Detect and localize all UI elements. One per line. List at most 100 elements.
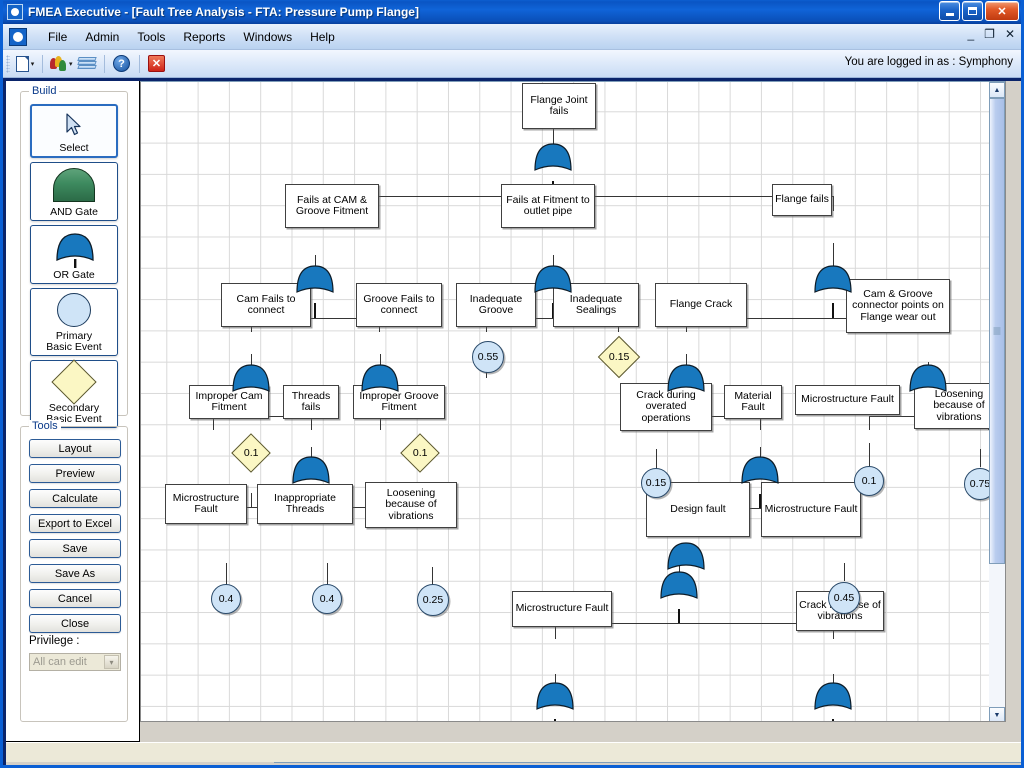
or-gate-icon-6[interactable] — [359, 361, 401, 403]
fta-node-cam-groove-connector-points[interactable]: Cam & Groove connector points on Flange … — [846, 279, 950, 333]
or-gate-icon-8[interactable] — [907, 361, 949, 403]
fta-node-threads-fails[interactable]: Threads fails — [283, 385, 339, 419]
secondary-basic-event-01a[interactable]: 0.1 — [231, 433, 271, 473]
mdi-restore-button[interactable]: ❐ — [984, 27, 995, 41]
primary-basic-event-04a[interactable]: 0.4 — [211, 584, 241, 614]
close-tool-button[interactable]: Close — [29, 614, 121, 633]
minimize-button[interactable] — [939, 1, 960, 21]
cancel-button[interactable]: Cancel — [29, 589, 121, 608]
secondary-basic-event-015a-value: 0.15 — [608, 351, 630, 363]
palette-primary-basic-event-tool[interactable]: Primary Basic Event — [30, 288, 118, 356]
or-gate-icon-1[interactable] — [532, 140, 574, 182]
new-document-button[interactable]: ▾ — [14, 53, 36, 75]
fta-node-microstructure-fault-a[interactable]: Microstructure Fault — [795, 385, 900, 415]
fta-node-fails-at-fitment-outlet-pipe[interactable]: Fails at Fitment to outlet pipe — [501, 184, 595, 228]
primary-basic-event-04b[interactable]: 0.4 — [312, 584, 342, 614]
mdi-close-button[interactable]: ✕ — [1005, 27, 1015, 41]
layout-button[interactable]: Layout — [29, 439, 121, 458]
primary-basic-event-055[interactable]: 0.55 — [472, 341, 504, 373]
canvas-vertical-scrollbar[interactable]: ▲ ▼ — [989, 82, 1005, 721]
edge — [432, 567, 433, 585]
or-gate-icon-3[interactable] — [532, 262, 574, 304]
vertical-scroll-thumb[interactable] — [989, 98, 1005, 564]
edge — [678, 609, 680, 623]
or-gate-icon-10[interactable] — [739, 453, 781, 495]
mdi-minimize-button[interactable]: _ — [967, 27, 974, 41]
menu-item-admin[interactable]: Admin — [76, 27, 128, 47]
diamond-icon — [51, 359, 97, 405]
scroll-up-button[interactable]: ▲ — [989, 82, 1005, 98]
edge — [833, 196, 834, 211]
secondary-basic-event-01b[interactable]: 0.1 — [400, 433, 440, 473]
or-gate-icon-7[interactable] — [665, 361, 707, 403]
people-icon — [50, 56, 67, 71]
fta-node-microstructure-fault-b[interactable]: Microstructure Fault — [165, 484, 247, 524]
primary-basic-event-01c[interactable]: 0.1 — [854, 466, 884, 496]
help-button[interactable]: ? — [111, 53, 133, 75]
users-button[interactable]: ▾ — [49, 53, 74, 75]
menu-item-windows[interactable]: Windows — [234, 27, 301, 47]
palette-and-gate-label: AND Gate — [50, 206, 98, 218]
layers-button[interactable] — [76, 53, 98, 75]
primary-basic-event-015b[interactable]: 0.15 — [641, 468, 671, 498]
fta-node-material-fault[interactable]: Material Fault — [724, 385, 782, 419]
edge — [832, 303, 834, 318]
close-window-button[interactable]: ✕ — [146, 53, 168, 75]
or-gate-icon-14[interactable] — [665, 539, 707, 581]
secondary-basic-event-015a[interactable]: 0.15 — [597, 335, 641, 379]
fta-node-loosening-vibrations-b[interactable]: Loosening because of vibrations — [365, 482, 457, 528]
primary-basic-event-025[interactable]: 0.25 — [417, 584, 449, 616]
tools-group: Tools Layout Preview Calculate Export to… — [20, 420, 128, 722]
scroll-down-button[interactable]: ▼ — [989, 707, 1005, 721]
build-group-title: Build — [29, 85, 60, 97]
and-gate-icon — [53, 163, 95, 207]
edge — [844, 563, 845, 581]
close-button[interactable]: ✕ — [985, 1, 1019, 21]
fta-node-flange-crack[interactable]: Flange Crack — [655, 283, 747, 327]
or-gate-icon-4[interactable] — [812, 262, 854, 304]
or-gate-icon-2[interactable] — [294, 262, 336, 304]
menu-item-reports[interactable]: Reports — [174, 27, 234, 47]
palette-secondary-basic-event-tool[interactable]: Secondary Basic Event — [30, 359, 118, 428]
palette-primary-label-2: Basic Event — [46, 341, 102, 353]
layers-icon — [76, 56, 97, 71]
fault-tree-canvas[interactable]: Flange Joint fails Fails at CAM & Groove… — [140, 81, 1006, 722]
fta-node-flange-fails[interactable]: Flange fails — [772, 184, 832, 216]
fta-node-microstructure-fault-d[interactable]: Microstructure Fault — [512, 591, 612, 627]
palette-select-tool[interactable]: Select — [30, 104, 118, 158]
palette-or-gate-label: OR Gate — [53, 269, 95, 281]
privilege-select[interactable]: All can edit ▾ — [29, 653, 121, 671]
palette-and-gate-tool[interactable]: AND Gate — [30, 162, 118, 221]
menu-item-file[interactable]: File — [39, 27, 76, 47]
fta-node-fails-at-cam-groove-fitment[interactable]: Fails at CAM & Groove Fitment — [285, 184, 379, 228]
save-button[interactable]: Save — [29, 539, 121, 558]
preview-button[interactable]: Preview — [29, 464, 121, 483]
chevron-down-icon[interactable]: ▾ — [31, 60, 35, 68]
work-area: Build Select AND Gate OR Gate Primary Ba… — [6, 81, 1021, 765]
fta-node-groove-fails-to-connect[interactable]: Groove Fails to connect — [356, 283, 442, 327]
primary-basic-event-045[interactable]: 0.45 — [828, 582, 860, 614]
toolbar-grip[interactable] — [6, 54, 10, 73]
or-gate-icon-5[interactable] — [230, 361, 272, 403]
cursor-icon — [65, 106, 83, 143]
save-as-button[interactable]: Save As — [29, 564, 121, 583]
document-icon — [15, 55, 29, 72]
fta-node-flange-joint-fails[interactable]: Flange Joint fails — [522, 83, 596, 129]
document-window-icon[interactable] — [9, 27, 27, 46]
palette-or-gate-tool[interactable]: OR Gate — [30, 225, 118, 284]
question-mark-icon: ? — [113, 55, 131, 72]
vertical-scroll-track[interactable] — [989, 98, 1005, 707]
chevron-down-icon-2[interactable]: ▾ — [69, 60, 73, 68]
menu-bar: File Admin Tools Reports Windows Help _ … — [3, 24, 1021, 50]
restore-button[interactable] — [962, 1, 983, 21]
menu-item-tools[interactable]: Tools — [128, 27, 174, 47]
export-to-excel-button[interactable]: Export to Excel — [29, 514, 121, 533]
fta-node-inadequate-groove[interactable]: Inadequate Groove — [456, 283, 536, 327]
menu-item-help[interactable]: Help — [301, 27, 344, 47]
or-gate-icon-9[interactable] — [290, 453, 332, 495]
or-gate-icon-12[interactable] — [534, 679, 576, 721]
calculate-button[interactable]: Calculate — [29, 489, 121, 508]
toolbar-separator-2 — [103, 54, 105, 73]
or-gate-icon-13[interactable] — [812, 679, 854, 721]
chevron-down-icon-privilege[interactable]: ▾ — [104, 655, 119, 669]
